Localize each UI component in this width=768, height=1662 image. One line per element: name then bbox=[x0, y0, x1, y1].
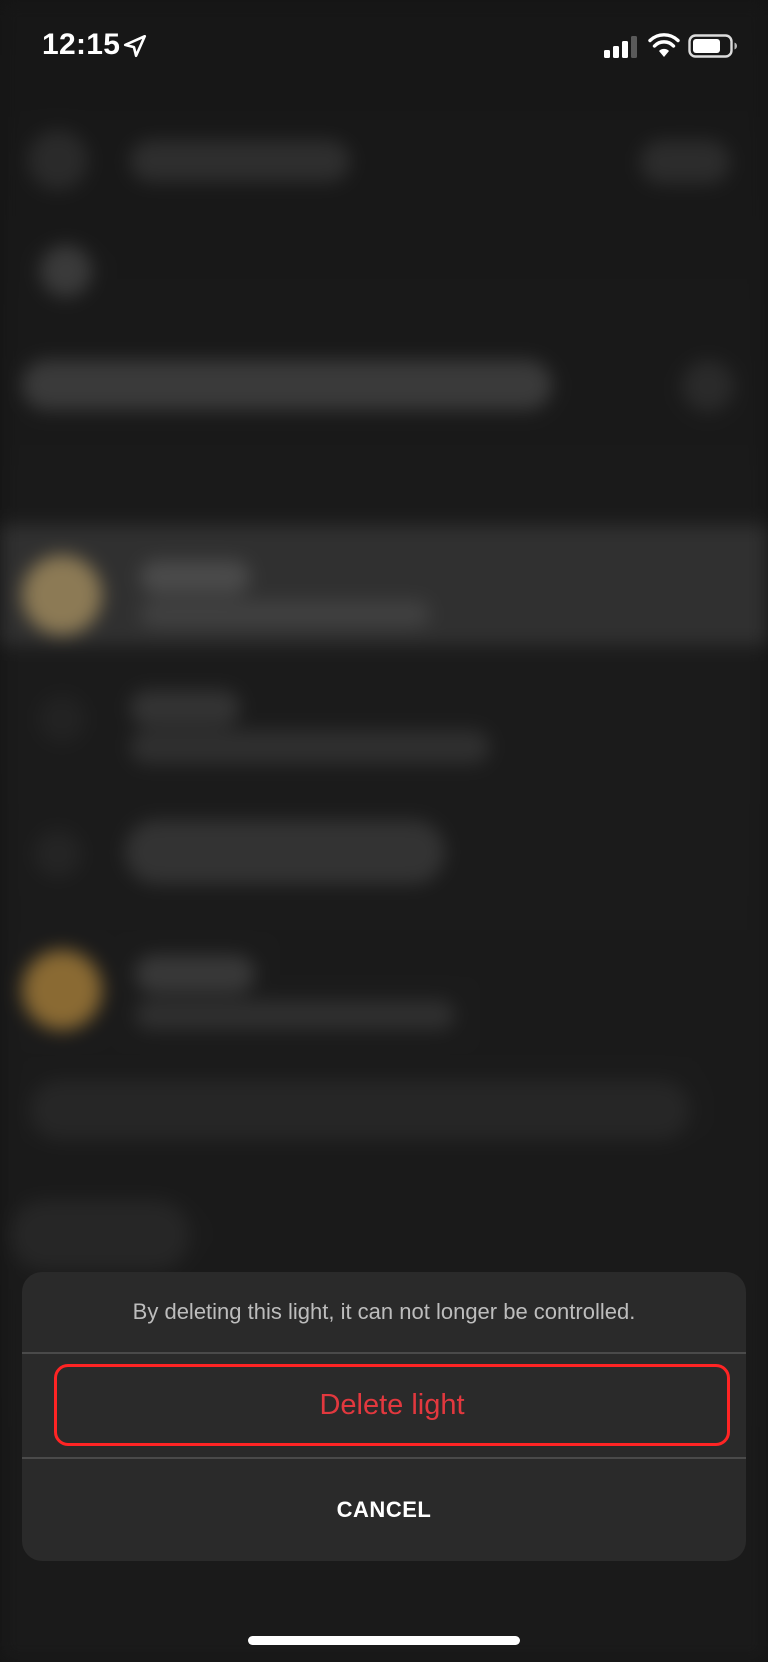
cellular-signal-icon bbox=[604, 36, 637, 58]
bg-info-text bbox=[30, 1080, 690, 1140]
delete-light-button[interactable]: Delete light bbox=[54, 1364, 730, 1446]
sheet-message: By deleting this light, it can not longe… bbox=[132, 1299, 636, 1324]
bg-light-swatch-1 bbox=[22, 555, 102, 635]
bg-light-name-2 bbox=[130, 690, 240, 726]
bg-room-toggle bbox=[682, 360, 734, 412]
screen: 12:15 By deleting this light, it can not… bbox=[0, 0, 768, 1662]
home-indicator[interactable] bbox=[248, 1636, 520, 1645]
bg-light-sub-1 bbox=[140, 600, 430, 628]
bg-back-icon bbox=[28, 130, 88, 190]
bg-light-sub-4 bbox=[135, 1000, 455, 1030]
bg-room-name bbox=[22, 360, 552, 410]
status-time: 12:15 bbox=[42, 28, 121, 61]
bg-light-name-1 bbox=[140, 560, 250, 594]
sheet-divider bbox=[22, 1352, 746, 1354]
bg-light-name-3 bbox=[125, 820, 445, 884]
wifi-icon bbox=[648, 33, 680, 57]
bg-title bbox=[130, 140, 350, 182]
bg-footer-link bbox=[10, 1200, 190, 1270]
location-arrow-icon bbox=[123, 34, 147, 58]
bg-room-icon bbox=[40, 245, 92, 297]
bg-light-name-4 bbox=[135, 955, 255, 993]
bg-light-swatch-2 bbox=[38, 695, 86, 743]
delete-light-action-sheet: By deleting this light, it can not longe… bbox=[22, 1272, 746, 1561]
bg-header-action bbox=[640, 140, 730, 184]
battery-icon bbox=[688, 34, 737, 58]
bg-light-swatch-4 bbox=[22, 950, 102, 1030]
status-bar: 12:15 bbox=[0, 0, 768, 92]
bg-light-sub-2 bbox=[130, 730, 490, 764]
cancel-button[interactable]: CANCEL bbox=[22, 1459, 746, 1561]
bg-light-swatch-3 bbox=[34, 830, 82, 878]
